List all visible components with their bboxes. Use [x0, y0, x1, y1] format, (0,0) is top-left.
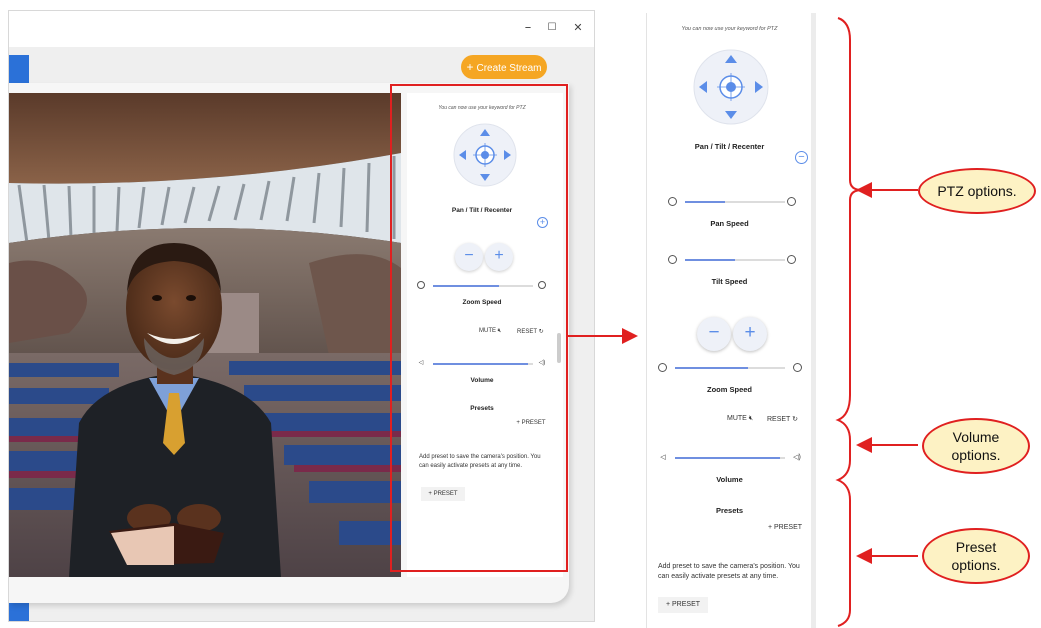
- presets-label-zoomed: Presets: [715, 506, 744, 515]
- pan-slower-icon[interactable]: [668, 197, 677, 206]
- annotation-overlay: [568, 17, 918, 627]
- pan-tilt-label-zoomed: Pan / Tilt / Recenter: [694, 142, 765, 151]
- pan-faster-icon[interactable]: [787, 197, 796, 206]
- preset-help-text-zoomed: Add preset to save the camera's position…: [658, 563, 800, 580]
- volume-slider-zoomed[interactable]: [675, 457, 785, 459]
- pan-speed-label: Pan Speed: [710, 219, 749, 228]
- volume-callout: Volume options.: [922, 418, 1030, 474]
- preset-callout: Preset options.: [922, 528, 1030, 584]
- add-preset-button-zoomed[interactable]: + PRESET: [763, 524, 807, 531]
- tilt-faster-icon[interactable]: [787, 255, 796, 264]
- zoom-slower-icon-zoomed[interactable]: [658, 363, 667, 372]
- ptz-hint-zoomed: You can now use your keyword for PTZ: [681, 26, 778, 32]
- zoom-out-button-zoomed[interactable]: −: [697, 317, 731, 351]
- zoom-in-button-zoomed[interactable]: +: [733, 317, 767, 351]
- mute-button-zoomed[interactable]: MUTE 🔇︎: [727, 415, 763, 423]
- preset-button-zoomed[interactable]: + PRESET: [658, 597, 708, 613]
- zoom-faster-icon-zoomed[interactable]: [793, 363, 802, 372]
- pan-speed-slider[interactable]: [685, 201, 785, 203]
- mute-label-zoomed: MUTE: [727, 415, 747, 422]
- reset-button-zoomed[interactable]: RESET ↻: [767, 415, 811, 423]
- section-bracket: [835, 17, 863, 627]
- reset-icon: ↻: [792, 416, 799, 423]
- collapse-ptz-button[interactable]: −: [795, 151, 808, 164]
- tilt-speed-label: Tilt Speed: [711, 277, 748, 286]
- pan-speed-fill: [685, 201, 725, 203]
- reset-label-zoomed: RESET: [767, 416, 791, 423]
- zoom-speed-label-zoomed: Zoom Speed: [706, 385, 752, 394]
- zoom-speed-slider-zoomed[interactable]: [675, 367, 785, 369]
- pan-tilt-pad-zoomed[interactable]: [693, 49, 769, 125]
- ptz-panel-zoomed: You can now use your keyword for PTZ Pan…: [646, 13, 816, 628]
- tilt-speed-fill: [685, 259, 735, 261]
- volume-fill-zoomed: [675, 457, 780, 459]
- zoom-speed-fill-zoomed: [675, 367, 748, 369]
- volume-up-icon-zoomed[interactable]: ◁): [791, 453, 803, 461]
- tilt-speed-slider[interactable]: [685, 259, 785, 261]
- speaker-mute-icon: 🔇︎: [748, 415, 754, 422]
- ptz-callout: PTZ options.: [918, 168, 1036, 214]
- volume-down-icon-zoomed[interactable]: ◁: [659, 453, 667, 461]
- volume-label-zoomed: Volume: [716, 475, 743, 484]
- tilt-slower-icon[interactable]: [668, 255, 677, 264]
